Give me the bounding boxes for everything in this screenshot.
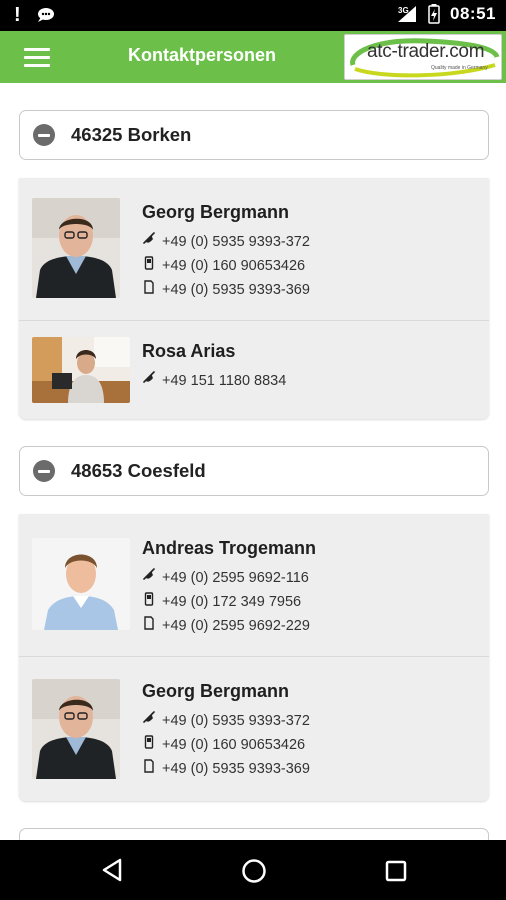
phone-row[interactable]: +49 (0) 5935 9393-372 xyxy=(142,709,310,733)
group-header-borken[interactable]: 46325 Borken xyxy=(19,110,489,160)
signal-icon: 3G xyxy=(398,6,417,22)
avatar xyxy=(32,198,120,298)
group-header-next[interactable] xyxy=(19,828,489,840)
contact-info: Georg Bergmann +49 (0) 5935 9393-372 +49… xyxy=(142,681,310,781)
fax-number: +49 (0) 5935 9393-369 xyxy=(162,282,310,298)
fax-row[interactable]: +49 (0) 5935 9393-369 xyxy=(142,757,310,781)
contact-info: Georg Bergmann +49 (0) 5935 9393-372 +49… xyxy=(142,202,310,302)
avatar xyxy=(32,337,130,403)
mobile-row[interactable]: +49 (0) 160 90653426 xyxy=(142,733,310,757)
status-bar: ! 3G 08:51 xyxy=(0,0,506,31)
logo-text: atc-trader.com xyxy=(367,41,485,62)
phone-number: +49 (0) 2595 9692-116 xyxy=(162,570,309,586)
navigation-bar xyxy=(0,840,506,900)
back-icon[interactable] xyxy=(101,858,123,882)
clock: 08:51 xyxy=(450,4,496,23)
page-title: Kontaktpersonen xyxy=(128,45,277,65)
mobile-phone-icon xyxy=(144,592,154,606)
mobile-number: +49 (0) 160 90653426 xyxy=(162,258,306,274)
contact-name: Rosa Arias xyxy=(142,341,236,361)
group-body-coesfeld: Andreas Trogemann +49 (0) 2595 9692-116 … xyxy=(19,514,489,801)
battery-icon xyxy=(428,4,440,24)
chat-bubble-icon xyxy=(37,8,54,22)
phone-icon xyxy=(143,568,155,580)
phone-number: +49 151 1180 8834 xyxy=(162,373,287,389)
contact-info: Rosa Arias +49 151 1180 8834 xyxy=(142,341,286,393)
mobile-number: +49 (0) 160 90653426 xyxy=(162,737,306,753)
group-title: 46325 Borken xyxy=(71,124,192,145)
fax-row[interactable]: +49 (0) 2595 9692-229 xyxy=(142,614,316,638)
contact-card[interactable]: Rosa Arias +49 151 1180 8834 xyxy=(19,321,489,419)
group-title: 48653 Coesfeld xyxy=(71,460,206,481)
phone-row[interactable]: +49 151 1180 8834 xyxy=(142,369,286,393)
fax-row[interactable]: +49 (0) 5935 9393-369 xyxy=(142,278,310,302)
mobile-phone-icon xyxy=(144,735,154,749)
phone-icon xyxy=(143,711,155,723)
contact-name: Georg Bergmann xyxy=(142,202,290,222)
avatar xyxy=(32,538,130,630)
menu-icon[interactable] xyxy=(24,48,50,68)
fax-icon xyxy=(144,280,154,294)
contact-list: 46325 Borken Georg Bergmann +49 (0) 5935… xyxy=(0,83,506,840)
phone-number: +49 (0) 5935 9393-372 xyxy=(162,713,310,729)
contact-name: Andreas Trogemann xyxy=(142,538,317,558)
phone-row[interactable]: +49 (0) 2595 9692-116 xyxy=(142,566,316,590)
phone-row[interactable]: +49 (0) 5935 9393-372 xyxy=(142,230,310,254)
minus-circle-icon xyxy=(33,460,55,482)
mobile-number: +49 (0) 172 349 7956 xyxy=(162,594,302,610)
fax-icon xyxy=(144,759,154,773)
contact-card[interactable]: Georg Bergmann +49 (0) 5935 9393-372 +49… xyxy=(19,657,489,801)
minus-circle-icon xyxy=(33,124,55,146)
fax-icon xyxy=(144,616,154,630)
mobile-phone-icon xyxy=(144,256,154,270)
home-icon[interactable] xyxy=(241,858,267,884)
logo-tagline: Quality made in Germany xyxy=(431,65,488,71)
mobile-row[interactable]: +49 (0) 172 349 7956 xyxy=(142,590,316,614)
contact-info: Andreas Trogemann +49 (0) 2595 9692-116 … xyxy=(142,538,316,638)
contact-card[interactable]: Georg Bergmann +49 (0) 5935 9393-372 +49… xyxy=(19,178,489,321)
contact-name: Georg Bergmann xyxy=(142,681,290,701)
fax-number: +49 (0) 5935 9393-369 xyxy=(162,761,310,777)
phone-number: +49 (0) 5935 9393-372 xyxy=(162,234,310,250)
svg-text:3G: 3G xyxy=(398,6,409,15)
recent-apps-icon[interactable] xyxy=(385,860,407,882)
group-header-coesfeld[interactable]: 48653 Coesfeld xyxy=(19,446,489,496)
contact-card[interactable]: Andreas Trogemann +49 (0) 2595 9692-116 … xyxy=(19,514,489,657)
app-bar: Kontaktpersonen atc-trader.com Quality m… xyxy=(0,31,506,83)
alert-icon: ! xyxy=(14,4,21,26)
avatar xyxy=(32,679,120,779)
phone-icon xyxy=(143,371,155,383)
brand-logo: atc-trader.com Quality made in Germany xyxy=(344,34,502,80)
group-body-borken: Georg Bergmann +49 (0) 5935 9393-372 +49… xyxy=(19,178,489,419)
mobile-row[interactable]: +49 (0) 160 90653426 xyxy=(142,254,310,278)
fax-number: +49 (0) 2595 9692-229 xyxy=(162,618,310,634)
phone-icon xyxy=(143,232,155,244)
